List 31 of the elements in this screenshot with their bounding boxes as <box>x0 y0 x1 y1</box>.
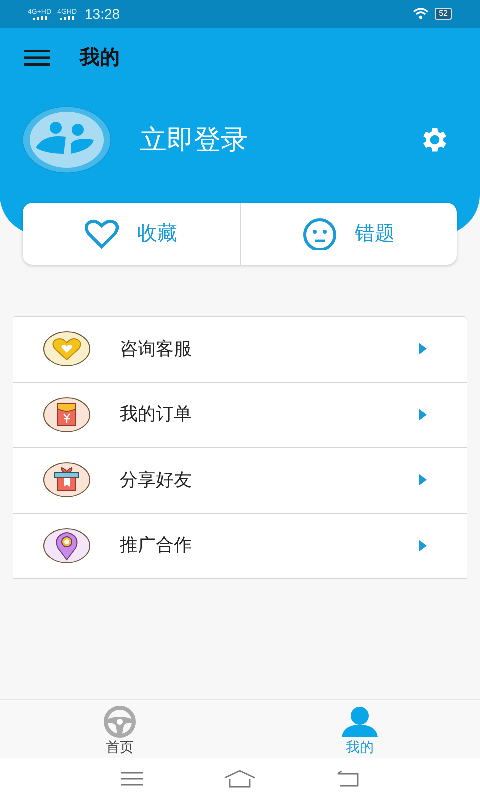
signal-icon <box>32 16 47 20</box>
page-title: 我的 <box>80 46 120 71</box>
home-icon <box>224 770 256 788</box>
chevron-right-icon <box>419 474 427 486</box>
menu-button[interactable] <box>24 48 50 68</box>
menu-icon <box>120 771 144 787</box>
gift-icon <box>43 462 91 498</box>
signal-icon <box>60 16 74 20</box>
chevron-right-icon <box>419 343 427 356</box>
sad-face-icon <box>302 218 337 250</box>
menu-item-label: 分享好友 <box>120 468 192 492</box>
menu-icon <box>24 50 50 66</box>
avatar-icon <box>22 106 112 174</box>
wifi-icon <box>413 8 430 20</box>
menu-item[interactable]: 推广合作 <box>13 514 467 579</box>
menu-item[interactable]: 我的订单 <box>13 382 467 448</box>
chevron-right-icon <box>419 540 427 552</box>
menu-item-label: 咨询客服 <box>120 338 192 361</box>
back-icon <box>336 771 360 787</box>
heart-icon <box>85 218 120 250</box>
clock: 13:28 <box>85 4 120 24</box>
person-icon <box>340 706 380 738</box>
envelope-icon <box>43 396 91 433</box>
menu-item[interactable]: 咨询客服 <box>13 317 467 382</box>
battery-level: 52 <box>439 10 448 18</box>
menu-item-label: 我的订单 <box>120 403 192 426</box>
location-pin-icon <box>43 528 91 564</box>
chevron-right-icon <box>419 408 427 421</box>
menu-item[interactable]: 分享好友 <box>13 448 467 514</box>
tab[interactable]: 首页 <box>0 700 240 758</box>
menu-item-label: 推广合作 <box>120 534 192 558</box>
